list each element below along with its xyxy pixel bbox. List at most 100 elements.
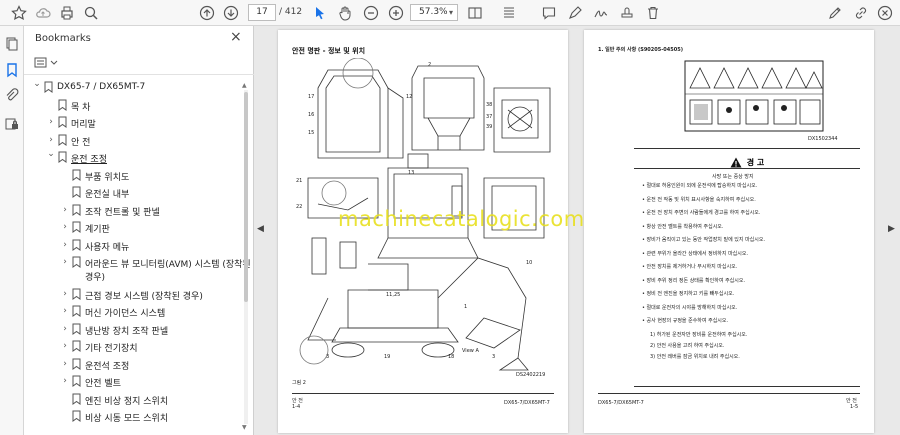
warning-bullet: • 장비가 움직이고 있는 동안 작업장치 밑에 있지 마십시오. bbox=[642, 237, 766, 243]
bookmark-label: 안전 벨트 bbox=[85, 379, 121, 389]
bookmark-flag-icon bbox=[72, 305, 81, 317]
bookmark-item[interactable]: › 어라운드 뷰 모니터링(AVM) 시스템 (장착된 경우) bbox=[24, 255, 251, 285]
expand-caret-icon[interactable]: › bbox=[60, 359, 70, 369]
bookmark-item[interactable]: ⌄ 운전 조정 bbox=[24, 149, 240, 166]
zoom-search-icon[interactable] bbox=[82, 4, 100, 22]
svg-text:38: 38 bbox=[486, 102, 492, 108]
attachment-icon[interactable] bbox=[4, 88, 20, 104]
bookmark-label: 기타 전기장치 bbox=[85, 344, 138, 354]
sign-icon[interactable] bbox=[592, 4, 610, 22]
toolbar: 17 / 412 57.3% ▾ bbox=[0, 0, 900, 26]
expand-caret-icon[interactable]: › bbox=[60, 289, 70, 299]
bookmark-label: 운전 조정 bbox=[71, 155, 107, 165]
bookmark-label: 비상 시동 모드 스위치 bbox=[85, 414, 169, 424]
zoom-dropdown-icon[interactable]: ▾ bbox=[449, 4, 453, 21]
page-down-icon[interactable] bbox=[222, 4, 240, 22]
page-thumbnails-icon[interactable] bbox=[4, 36, 20, 52]
zoom-in-icon[interactable] bbox=[387, 4, 405, 22]
page-up-icon[interactable] bbox=[198, 4, 216, 22]
bookmark-flag-icon bbox=[72, 186, 81, 198]
warning-bullet: • 운전 전 작동 및 위치 표시사항을 숙지하여 주십시오. bbox=[642, 196, 756, 203]
expand-caret-icon[interactable]: › bbox=[60, 341, 70, 351]
scrollbar-thumb[interactable] bbox=[244, 92, 248, 302]
previous-page-arrow[interactable]: ◀ bbox=[257, 224, 264, 234]
cloud-upload-icon[interactable] bbox=[34, 4, 52, 22]
bookmark-item[interactable]: › 안 전 bbox=[24, 133, 240, 149]
right-footer-page: 1-5 bbox=[850, 404, 859, 410]
expand-caret-icon[interactable]: › bbox=[60, 257, 70, 267]
select-cursor-icon[interactable] bbox=[311, 4, 329, 22]
bookmark-label: DX65-7 / DX65MT-7 bbox=[57, 82, 146, 92]
share-link-icon[interactable] bbox=[852, 4, 870, 22]
bookmark-item[interactable]: › 안전 벨트 bbox=[24, 374, 240, 390]
bookmark-flag-icon bbox=[58, 151, 67, 163]
bookmark-item[interactable]: › 머리말 bbox=[24, 115, 240, 131]
expand-caret-icon[interactable]: › bbox=[60, 324, 70, 334]
layers-lock-icon[interactable] bbox=[4, 116, 20, 132]
edit-pen-icon[interactable] bbox=[826, 4, 844, 22]
expand-caret-icon[interactable]: › bbox=[46, 135, 56, 145]
bookmark-item[interactable]: › 근접 경보 시스템 (장착된 경우) bbox=[24, 287, 240, 303]
bookmark-flag-icon bbox=[72, 358, 81, 370]
warning-bullet: • 장비 주위 정리 정돈 상태를 확인하여 주십시오. bbox=[642, 277, 746, 284]
scroll-mode-icon[interactable] bbox=[500, 4, 518, 22]
bookmark-item[interactable]: ⌄ DX65-7 / DX65MT-7 bbox=[24, 79, 240, 96]
svg-text:37: 37 bbox=[486, 114, 492, 120]
stamp-icon[interactable] bbox=[618, 4, 636, 22]
warning-decal-figure bbox=[684, 60, 824, 132]
close-panel-icon[interactable]: × bbox=[230, 29, 242, 45]
expand-caret-icon[interactable]: › bbox=[60, 222, 70, 232]
hand-tool-icon[interactable] bbox=[336, 4, 354, 22]
left-figure-code: DS2402219 bbox=[516, 372, 546, 378]
bookmark-item[interactable]: › 계기판 bbox=[24, 220, 240, 236]
bookmark-flag-icon bbox=[72, 323, 81, 335]
expand-caret-icon[interactable]: › bbox=[60, 306, 70, 316]
warning-sub-item: 3) 안전 레버를 잠금 위치로 내려 주십시오. bbox=[650, 353, 740, 360]
page-number-input[interactable]: 17 bbox=[248, 4, 276, 21]
delete-icon[interactable] bbox=[644, 4, 662, 22]
bookmark-flag-icon bbox=[72, 375, 81, 387]
bookmark-item[interactable]: 운전실 내부 bbox=[24, 185, 240, 201]
bookmark-flag-icon bbox=[72, 239, 81, 251]
expand-caret-icon[interactable]: › bbox=[60, 376, 70, 386]
bookmarks-title: Bookmarks bbox=[35, 33, 91, 44]
bookmark-flag-icon bbox=[58, 134, 67, 146]
bookmark-item[interactable]: › 운전석 조정 bbox=[24, 357, 240, 373]
bookmark-options-button[interactable] bbox=[34, 56, 62, 70]
bookmark-item[interactable]: › 기타 전기장치 bbox=[24, 339, 240, 355]
comment-icon[interactable] bbox=[540, 4, 558, 22]
bookmark-flag-icon bbox=[58, 99, 67, 111]
bookmark-panel-icon[interactable] bbox=[4, 62, 20, 78]
svg-text:3: 3 bbox=[492, 354, 495, 360]
bookmark-item[interactable]: 부품 위치도 bbox=[24, 168, 240, 184]
expand-caret-icon[interactable]: › bbox=[60, 205, 70, 215]
bookmark-label: 안 전 bbox=[71, 137, 91, 148]
close-document-icon[interactable] bbox=[876, 4, 894, 22]
page-count: / 412 bbox=[279, 7, 303, 17]
bookmark-item[interactable]: 비상 시동 모드 스위치 bbox=[24, 409, 240, 425]
collapse-caret-icon[interactable]: ⌄ bbox=[32, 79, 42, 89]
expand-caret-icon[interactable]: › bbox=[60, 240, 70, 250]
collapse-caret-icon[interactable]: ⌄ bbox=[46, 149, 56, 159]
expand-caret-icon[interactable]: › bbox=[46, 117, 56, 127]
warning-bullet: • 관련 부위가 올라간 상태에서 정비하지 마십시오. bbox=[642, 250, 749, 257]
print-icon[interactable] bbox=[58, 4, 76, 22]
svg-text:11,25: 11,25 bbox=[386, 292, 400, 298]
bookmark-item[interactable]: 목 차 bbox=[24, 98, 240, 114]
page-layout-icon[interactable] bbox=[466, 4, 484, 22]
bookmark-item[interactable]: › 사용자 메뉴 bbox=[24, 238, 240, 254]
bookmark-item[interactable]: › 조작 컨트롤 및 판넬 bbox=[24, 203, 240, 219]
document-viewer[interactable]: ◀ ▶ 안전 명판 - 정보 및 위치 17 16 15 12 2 38 37 … bbox=[254, 26, 900, 435]
zoom-out-icon[interactable] bbox=[362, 4, 380, 22]
bookmark-item[interactable]: › 냉난방 장치 조작 판넬 bbox=[24, 322, 240, 338]
highlight-pen-icon[interactable] bbox=[566, 4, 584, 22]
left-page-title: 안전 명판 - 정보 및 위치 bbox=[292, 47, 366, 55]
bookmark-item[interactable]: 엔진 비상 정지 스위치 bbox=[24, 392, 240, 408]
star-icon[interactable] bbox=[10, 4, 28, 22]
bookmark-item[interactable]: › 머신 가이던스 시스템 bbox=[24, 304, 240, 320]
warning-bullet: • 정비 전 엔진을 정지하고 키를 빼두십시오. bbox=[642, 291, 735, 297]
next-page-arrow[interactable]: ▶ bbox=[888, 224, 895, 234]
bookmarks-scrollbar[interactable]: ▲ ▼ bbox=[242, 82, 250, 432]
warning-bullet: • 절대로 운전자의 시야를 방해하지 마십시오. bbox=[642, 304, 738, 311]
left-footer-section: 안 전 bbox=[292, 398, 303, 404]
